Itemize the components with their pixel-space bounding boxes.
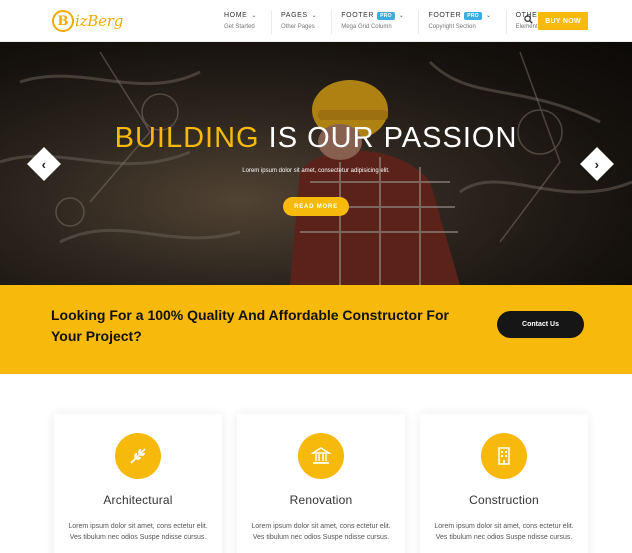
pro-badge: PRO <box>464 11 482 20</box>
nav-item-footer-grid[interactable]: FOOTER PRO ⌄ Mega Grid Column <box>331 10 418 34</box>
card-title: Renovation <box>289 493 353 507</box>
nav-sublabel: Mega Grid Column <box>341 24 392 30</box>
bank-icon <box>298 433 344 479</box>
site-header: B izBerg HOME ⌄ Get Started PAGES ⌄ Other … <box>0 0 632 42</box>
card-description: Lorem ipsum dolor sit amet, cons ectetur… <box>68 523 208 541</box>
nav-sublabel: Get Started <box>224 24 255 30</box>
chevron-left-icon: ‹ <box>41 156 47 172</box>
main-nav: HOME ⌄ Get Started PAGES ⌄ Other Pages FOO… <box>224 10 572 34</box>
chevron-right-icon: › <box>594 156 600 172</box>
service-card-renovation[interactable]: Renovation Lorem ipsum dolor sit amet, c… <box>237 414 405 553</box>
nav-item-pages[interactable]: PAGES ⌄ Other Pages <box>271 10 331 34</box>
read-more-button[interactable]: READ MORE <box>283 197 349 216</box>
nav-item-footer-copyright[interactable]: FOOTER PRO ⌄ Copyright Section <box>418 10 505 34</box>
nav-sublabel: Copyright Section <box>428 24 476 30</box>
nav-label: FOOTER <box>428 12 462 19</box>
nav-label: PAGES <box>281 12 308 19</box>
nav-item-home[interactable]: HOME ⌄ Get Started <box>224 10 271 34</box>
search-icon[interactable] <box>524 15 533 24</box>
cta-band: Looking For a 100% Quality And Affordabl… <box>0 285 632 374</box>
hero-title: BUILDING IS OUR PASSION <box>0 122 632 155</box>
logo-mark: B <box>52 10 74 32</box>
contact-us-button[interactable]: Contact Us <box>497 311 584 338</box>
nav-sublabel: Other Pages <box>281 24 315 30</box>
leaf-icon <box>115 433 161 479</box>
pro-badge: PRO <box>377 11 395 20</box>
hero-title-rest: IS OUR PASSION <box>259 122 518 154</box>
card-description: Lorem ipsum dolor sit amet, cons ectetur… <box>251 523 391 541</box>
nav-label: HOME <box>224 12 248 19</box>
logo-text: izBerg <box>75 12 124 30</box>
card-title: Construction <box>469 493 539 507</box>
service-card-construction[interactable]: Construction Lorem ipsum dolor sit amet,… <box>420 414 588 553</box>
buy-now-button[interactable]: BUY NOW <box>538 12 588 30</box>
chevron-down-icon: ⌄ <box>251 13 258 19</box>
nav-label: FOOTER <box>341 12 375 19</box>
building-icon <box>481 433 527 479</box>
card-title: Architectural <box>103 493 173 507</box>
chevron-down-icon: ⌄ <box>311 13 318 19</box>
card-description: Lorem ipsum dolor sit amet, cons ectetur… <box>434 523 574 541</box>
logo[interactable]: B izBerg <box>52 7 123 35</box>
hero-title-accent: BUILDING <box>114 122 260 154</box>
hero-slider: BUILDING IS OUR PASSION Lorem ipsum dolo… <box>0 42 632 285</box>
hero-subtitle: Lorem ipsum dolor sit amet, consectetur … <box>242 168 390 174</box>
service-card-architectural[interactable]: Architectural Lorem ipsum dolor sit amet… <box>54 414 222 553</box>
chevron-down-icon: ⌄ <box>398 13 405 19</box>
chevron-down-icon: ⌄ <box>485 13 492 19</box>
cta-text: Looking For a 100% Quality And Affordabl… <box>51 307 449 344</box>
